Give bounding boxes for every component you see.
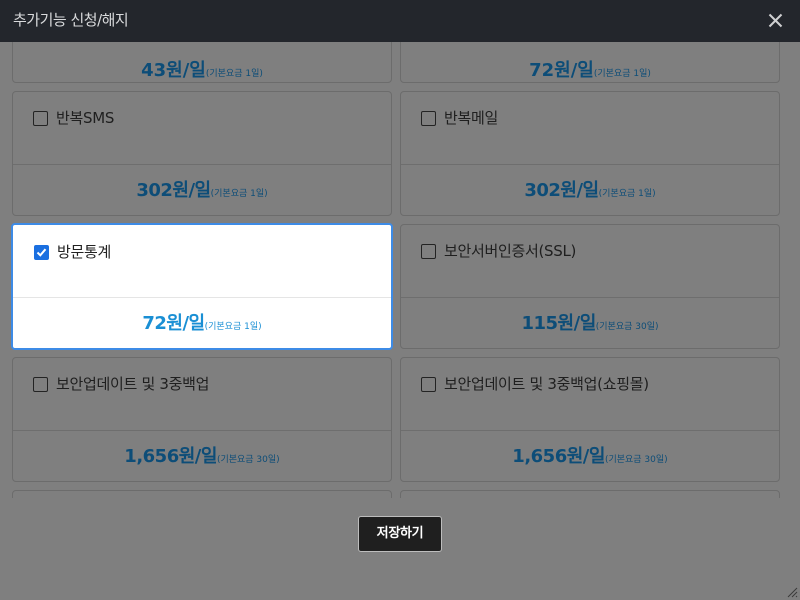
options-list[interactable]: 43원/일(기본요금 1일) 72원/일(기본요금 1일) 반복SMS 302원…	[0, 42, 800, 600]
option-price-base: (기본요금 1일)	[204, 322, 262, 332]
option-price: 1,656원/일(기본요금 30일)	[13, 431, 391, 483]
dialog-titlebar: 추가기능 신청/해지	[0, 0, 800, 42]
option-name: 반복메일	[444, 109, 499, 127]
option-card-security-update-shop[interactable]: 보안업데이트 및 3중백업(쇼핑몰) 1,656원/일(기본요금 30일)	[400, 357, 780, 482]
option-price: 72원/일(기본요금 1일)	[13, 298, 391, 350]
save-button[interactable]: 저장하기	[358, 516, 442, 552]
option-price-base: (기본요금 30일)	[216, 455, 280, 465]
dialog-title: 추가기능 신청/해지	[13, 11, 129, 29]
option-price-base: (기본요금 1일)	[210, 189, 268, 199]
option-price-amount: 302원/일	[524, 180, 599, 201]
option-price: 1,656원/일(기본요금 30일)	[401, 431, 779, 483]
option-card-partial[interactable]: 43원/일(기본요금 1일)	[12, 42, 392, 83]
option-card-security-update[interactable]: 보안업데이트 및 3중백업 1,656원/일(기본요금 30일)	[12, 357, 392, 482]
option-price-amount: 72원/일	[529, 60, 594, 81]
option-name: 보안업데이트 및 3중백업	[56, 375, 210, 393]
option-card-visit-stats[interactable]: 방문통계 72원/일(기본요금 1일)	[11, 223, 393, 350]
option-card-ssl[interactable]: 보안서버인증서(SSL) 115원/일(기본요금 30일)	[400, 224, 780, 349]
option-card-repeat-mail[interactable]: 반복메일 302원/일(기본요금 1일)	[400, 91, 780, 216]
option-price-base: (기본요금 30일)	[604, 455, 668, 465]
option-card-partial[interactable]: 72원/일(기본요금 1일)	[400, 42, 780, 83]
option-price-base: (기본요금 1일)	[593, 69, 651, 79]
option-card-repeat-sms[interactable]: 반복SMS 302원/일(기본요금 1일)	[12, 91, 392, 216]
option-name: 보안업데이트 및 3중백업(쇼핑몰)	[444, 375, 649, 393]
option-price-amount: 72원/일	[142, 313, 205, 334]
option-checkbox-checked[interactable]	[34, 245, 49, 260]
option-checkbox[interactable]	[33, 111, 48, 126]
option-checkbox[interactable]	[33, 377, 48, 392]
option-price: 43원/일(기본요금 1일)	[13, 51, 391, 94]
option-price: 302원/일(기본요금 1일)	[401, 165, 779, 217]
option-checkbox[interactable]	[421, 111, 436, 126]
option-price: 115원/일(기본요금 30일)	[401, 298, 779, 350]
option-price-base: (기본요금 30일)	[595, 322, 659, 332]
check-icon	[36, 248, 47, 257]
option-price: 302원/일(기본요금 1일)	[13, 165, 391, 217]
option-price-amount: 302원/일	[136, 180, 211, 201]
option-name: 방문통계	[57, 243, 112, 261]
option-price-amount: 1,656원/일	[512, 446, 605, 467]
resize-grip-icon[interactable]	[786, 586, 798, 598]
option-checkbox[interactable]	[421, 377, 436, 392]
close-icon[interactable]	[768, 13, 783, 28]
option-price: 72원/일(기본요금 1일)	[401, 51, 779, 94]
option-price-amount: 115원/일	[521, 313, 596, 334]
option-price-base: (기본요금 1일)	[598, 189, 656, 199]
option-name: 보안서버인증서(SSL)	[444, 242, 577, 260]
option-name: 반복SMS	[56, 109, 115, 127]
option-price-base: (기본요금 1일)	[205, 69, 263, 79]
option-checkbox[interactable]	[421, 244, 436, 259]
option-price-amount: 1,656원/일	[124, 446, 217, 467]
option-price-amount: 43원/일	[141, 60, 206, 81]
